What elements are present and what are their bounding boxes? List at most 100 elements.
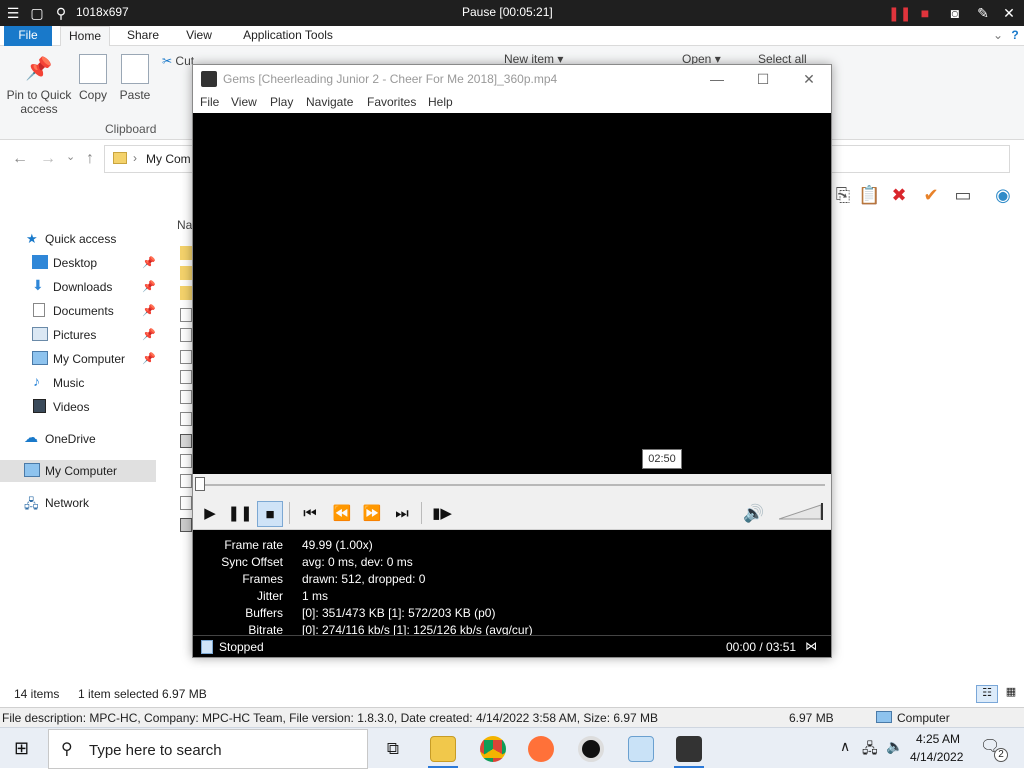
play-button[interactable]: ▶ bbox=[197, 501, 223, 527]
delete-icon[interactable]: ✖ bbox=[888, 184, 910, 206]
stop-recording-icon[interactable]: ■ bbox=[916, 4, 934, 22]
menu-file[interactable]: File bbox=[200, 95, 219, 109]
rewind-button[interactable]: ⏪ bbox=[329, 501, 355, 527]
file-icon[interactable] bbox=[180, 328, 192, 342]
nav-quick-access[interactable]: ★ Quick access bbox=[0, 228, 156, 250]
volume-icon[interactable]: 🔊 bbox=[741, 501, 767, 527]
sidebar-item-music[interactable]: ♪ Music bbox=[0, 372, 156, 394]
menu-view[interactable]: View bbox=[231, 95, 257, 109]
task-view-icon[interactable]: ⧉ bbox=[380, 736, 406, 762]
photos-icon[interactable] bbox=[628, 736, 654, 762]
file-icon[interactable] bbox=[180, 370, 192, 384]
scissors-icon: ✂ bbox=[162, 54, 173, 68]
seek-thumb[interactable] bbox=[195, 477, 205, 491]
menu-favorites[interactable]: Favorites bbox=[367, 95, 416, 109]
help-icon[interactable]: ? bbox=[1008, 26, 1022, 46]
copy-button[interactable]: Copy bbox=[76, 54, 110, 102]
sidebar-item-onedrive[interactable]: ☁ OneDrive bbox=[0, 428, 156, 450]
speaker-icon[interactable]: 🔈 bbox=[886, 738, 903, 755]
next-button[interactable]: ⏭ bbox=[389, 501, 415, 527]
volume-slider[interactable] bbox=[779, 501, 829, 521]
sidebar-item-documents[interactable]: Documents 📌 bbox=[0, 300, 156, 322]
tab-file[interactable]: File bbox=[4, 26, 52, 46]
clipboard-icon[interactable]: 📋 bbox=[858, 184, 880, 206]
taskbar-search[interactable]: ⚲ Type here to search bbox=[48, 729, 368, 769]
pause-button[interactable]: ❚❚ bbox=[227, 501, 253, 527]
video-file-icon[interactable] bbox=[180, 434, 192, 448]
media-player-window[interactable]: Gems [Cheerleading Junior 2 - Cheer For … bbox=[192, 64, 832, 658]
hamburger-menu-icon[interactable]: ☰ bbox=[4, 4, 22, 22]
menu-help[interactable]: Help bbox=[428, 95, 453, 109]
file-explorer-icon[interactable] bbox=[430, 736, 456, 762]
video-file-icon[interactable] bbox=[180, 518, 192, 532]
file-size: 6.97 MB bbox=[789, 711, 834, 725]
media-player-icon[interactable] bbox=[676, 736, 702, 762]
previous-button[interactable]: ⏮ bbox=[297, 501, 323, 527]
folder-icon[interactable] bbox=[180, 266, 192, 280]
pause-recording-icon[interactable]: ❚❚ bbox=[888, 4, 911, 22]
tab-share[interactable]: Share bbox=[120, 26, 166, 46]
close-session-icon[interactable]: ✕ bbox=[1000, 4, 1018, 22]
file-icon[interactable] bbox=[180, 390, 192, 404]
start-windows-icon[interactable]: ⊞ bbox=[14, 738, 29, 759]
video-area[interactable] bbox=[193, 113, 831, 474]
sidebar-item-downloads[interactable]: ⬇ Downloads 📌 bbox=[0, 276, 156, 298]
frame-step-button[interactable]: ▮▶ bbox=[429, 501, 455, 527]
window-mode-icon[interactable]: ▢ bbox=[28, 4, 46, 22]
fast-forward-button[interactable]: ⏩ bbox=[359, 501, 385, 527]
large-icons-view-icon[interactable]: ▦ bbox=[1002, 685, 1020, 703]
tab-view[interactable]: View bbox=[176, 26, 222, 46]
sidebar-item-network[interactable]: 🖧 Network bbox=[0, 492, 156, 514]
chrome-icon[interactable] bbox=[480, 736, 506, 762]
maximize-button[interactable]: ☐ bbox=[743, 69, 783, 89]
show-hidden-icons-chevron[interactable]: ∧ bbox=[840, 738, 850, 755]
menu-navigate[interactable]: Navigate bbox=[306, 95, 353, 109]
sidebar-item-videos[interactable]: Videos bbox=[0, 396, 156, 418]
ribbon-collapse-icon[interactable]: ⌄ bbox=[990, 26, 1006, 46]
nav-label: My Computer bbox=[53, 352, 126, 366]
file-icon[interactable] bbox=[180, 474, 192, 488]
copy-to-icon[interactable]: ⎘ bbox=[832, 184, 854, 206]
seek-bar[interactable] bbox=[193, 474, 831, 496]
up-arrow-icon[interactable]: ↑ bbox=[86, 150, 94, 168]
clock-date[interactable]: 4/14/2022 bbox=[910, 750, 963, 764]
details-view-icon[interactable]: ☷ bbox=[976, 685, 998, 703]
clock-time[interactable]: 4:25 AM bbox=[916, 732, 960, 746]
stop-button[interactable]: ■ bbox=[257, 501, 283, 527]
search-zoom-icon[interactable]: ⚲ bbox=[52, 4, 70, 22]
nav-label: Quick access bbox=[45, 232, 117, 246]
file-icon[interactable] bbox=[180, 454, 192, 468]
tab-application-tools[interactable]: Application Tools bbox=[236, 26, 340, 46]
menu-play[interactable]: Play bbox=[270, 95, 293, 109]
sidebar-item-pictures[interactable]: Pictures 📌 bbox=[0, 324, 156, 346]
folder-icon[interactable] bbox=[180, 286, 192, 300]
rename-icon[interactable]: ▭ bbox=[952, 184, 974, 206]
file-icon[interactable] bbox=[180, 308, 192, 322]
back-arrow-icon[interactable]: ← bbox=[12, 150, 28, 168]
tab-home[interactable]: Home bbox=[60, 26, 110, 46]
sidebar-item-my-computer-pinned[interactable]: My Computer 📌 bbox=[0, 348, 156, 370]
network-status-icon[interactable]: 🖧 bbox=[862, 738, 878, 762]
name-column-header[interactable]: Na bbox=[177, 218, 192, 232]
recent-locations-chevron-icon[interactable]: ⌄ bbox=[66, 150, 75, 163]
forward-arrow-icon[interactable]: → bbox=[40, 150, 56, 168]
camera-icon[interactable]: ◙ bbox=[946, 4, 964, 22]
sidebar-item-desktop[interactable]: Desktop 📌 bbox=[0, 252, 156, 274]
check-icon[interactable]: ✔ bbox=[920, 184, 942, 206]
seek-track[interactable] bbox=[199, 484, 825, 486]
file-icon[interactable] bbox=[180, 496, 192, 510]
paste-button[interactable]: Paste bbox=[118, 54, 152, 102]
minimize-button[interactable]: — bbox=[697, 69, 737, 89]
folder-icon[interactable] bbox=[180, 246, 192, 260]
globe-icon[interactable]: ◉ bbox=[992, 184, 1014, 206]
file-icon[interactable] bbox=[180, 350, 192, 364]
close-button[interactable]: ✕ bbox=[789, 69, 829, 89]
player-title-bar[interactable]: Gems [Cheerleading Junior 2 - Cheer For … bbox=[193, 65, 831, 93]
firefox-icon[interactable] bbox=[528, 736, 554, 762]
recorder-icon[interactable] bbox=[578, 736, 604, 762]
pin-to-quick-access-button[interactable]: 📌 Pin to Quick access bbox=[6, 56, 72, 116]
pen-icon[interactable]: ✎ bbox=[974, 4, 992, 22]
cut-button[interactable]: ✂ Cut bbox=[162, 54, 194, 68]
sidebar-item-my-computer[interactable]: My Computer bbox=[0, 460, 156, 482]
file-icon[interactable] bbox=[180, 412, 192, 426]
